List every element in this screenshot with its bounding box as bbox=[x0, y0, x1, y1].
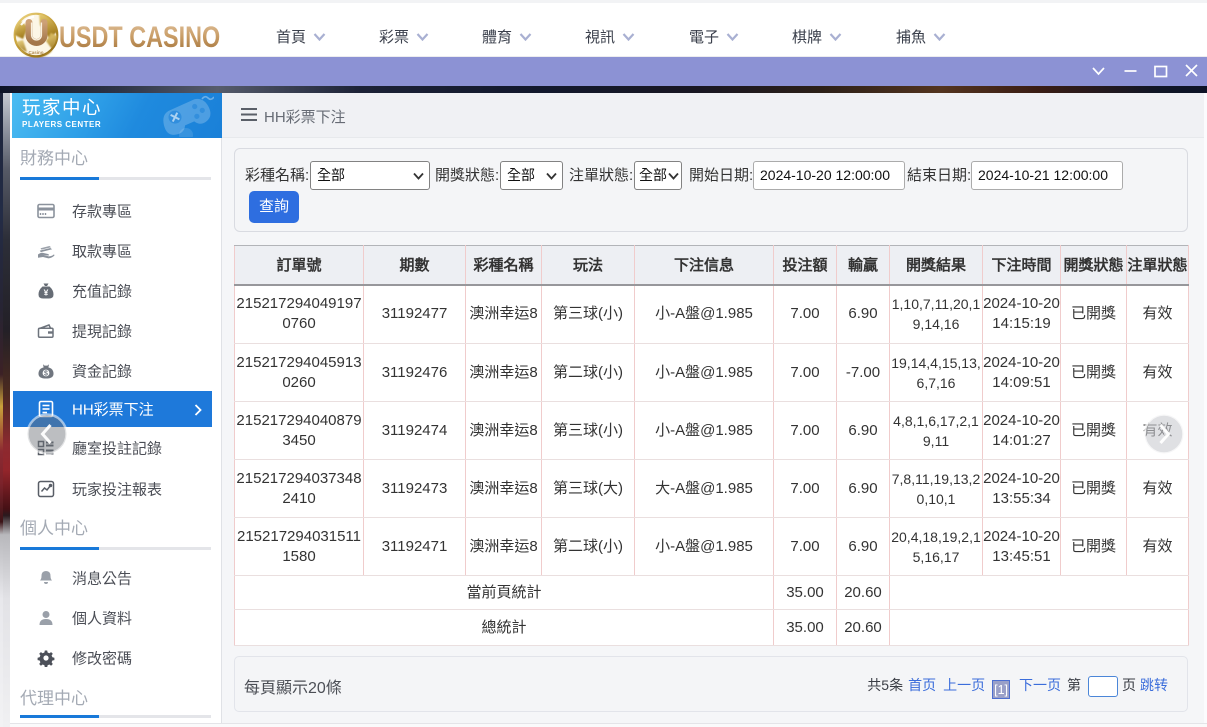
svg-text:$: $ bbox=[44, 371, 48, 378]
svg-text:Casino: Casino bbox=[28, 50, 43, 55]
svg-text:¥: ¥ bbox=[44, 288, 49, 298]
